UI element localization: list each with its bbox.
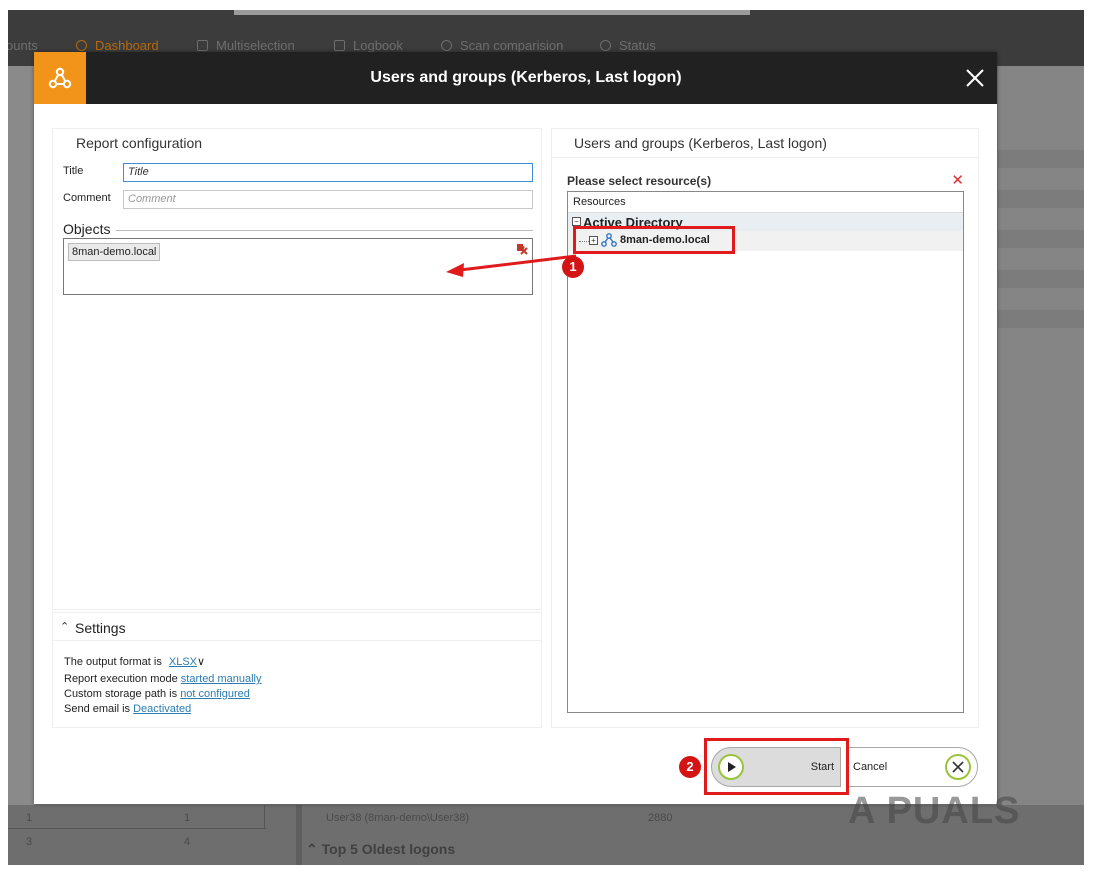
screenshot-frame: ounts Dashboard Multiselection Logbook S…: [0, 0, 1093, 873]
highlight-domain-box: [573, 226, 735, 254]
step-badge-2: 2: [679, 756, 701, 778]
watermark-logo: A PUALS: [848, 790, 1021, 832]
step-badge-1: 1: [562, 256, 584, 278]
annotation-arrow: [446, 254, 577, 277]
highlight-start-box: [704, 738, 849, 795]
